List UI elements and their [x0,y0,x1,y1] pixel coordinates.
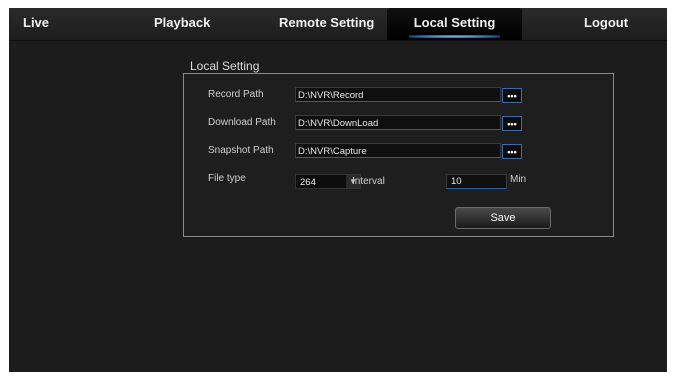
section-title: Local Setting [190,59,260,73]
local-setting-panel: Record Path D:\NVR\Record ••• Download P… [183,73,614,237]
download-path-input[interactable]: D:\NVR\DownLoad [295,115,501,130]
record-path-browse-button[interactable]: ••• [502,88,522,103]
save-button[interactable]: Save [455,207,551,229]
download-path-label: Download Path [208,117,276,128]
ellipsis-icon: ••• [507,119,517,129]
nav-tab-live[interactable]: Live [23,8,49,40]
record-path-label: Record Path [208,89,264,100]
record-path-input[interactable]: D:\NVR\Record [295,87,501,102]
file-type-value: 264 [300,177,316,188]
interval-unit-label: Min [510,174,527,185]
nav-tab-local-setting[interactable]: Local Setting [387,8,522,40]
snapshot-path-input[interactable]: D:\NVR\Capture [295,143,501,158]
interval-input[interactable]: 10 [446,174,507,189]
ellipsis-icon: ••• [507,91,517,101]
top-navigation-bar: Live Playback Remote Setting Local Setti… [9,8,667,41]
snapshot-path-label: Snapshot Path [208,145,274,156]
nav-logout-button[interactable]: Logout [584,8,628,40]
nvr-app-window: Live Playback Remote Setting Local Setti… [9,8,667,372]
file-type-label: File type [208,173,246,184]
download-path-browse-button[interactable]: ••• [502,116,522,131]
nav-tab-remote-setting[interactable]: Remote Setting [279,8,374,40]
ellipsis-icon: ••• [507,147,517,157]
snapshot-path-browse-button[interactable]: ••• [502,144,522,159]
nav-tab-playback[interactable]: Playback [154,8,210,40]
active-tab-indicator [409,35,500,38]
nav-tab-local-setting-label: Local Setting [413,15,496,30]
interval-label: Interval [352,176,385,187]
